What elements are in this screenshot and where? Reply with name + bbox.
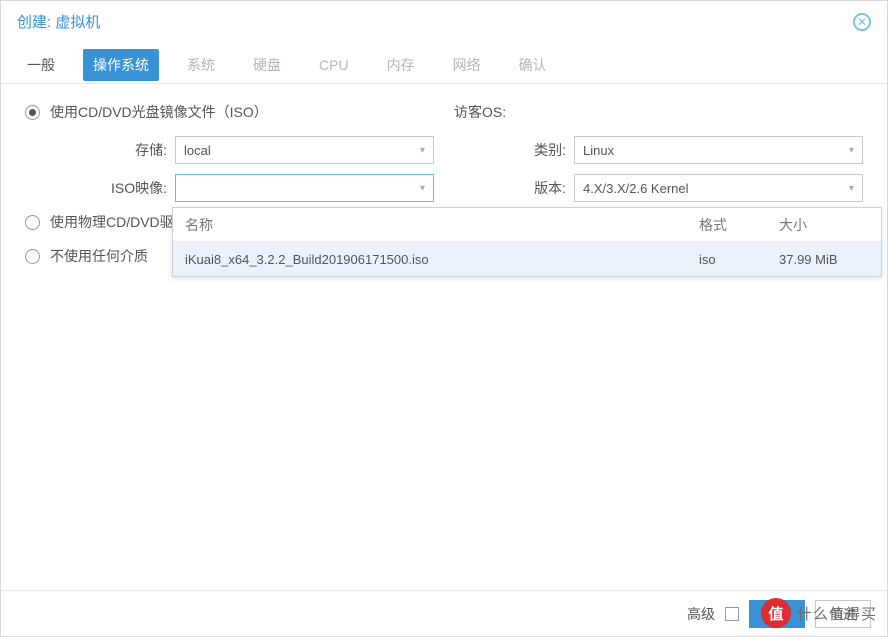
tab-system[interactable]: 系统 [177,49,225,81]
guest-os-heading-row: 访客OS: [454,102,863,122]
osversion-combo[interactable]: 4.X/3.X/2.6 Kernel ▾ [574,174,863,202]
radio-use-physical[interactable] [25,215,40,230]
col-size-header: 大小 [779,215,869,235]
storage-combo[interactable]: local ▾ [175,136,434,164]
wizard-tabbar: 一般 操作系统 系统 硬盘 CPU 内存 网络 确认 [1,46,887,84]
col-format-header: 格式 [699,215,779,235]
radio-use-iso[interactable] [25,105,40,120]
iso-row-size: 37.99 MiB [779,252,869,267]
tab-network[interactable]: 网络 [443,49,491,81]
iso-label: ISO映像: [25,178,175,198]
dialog-footer: 高级 返回 前进 [1,590,887,636]
chevron-down-icon: ▾ [849,183,854,194]
close-icon[interactable]: ✕ [853,13,871,31]
tab-disk[interactable]: 硬盘 [243,49,291,81]
guest-os-label: 访客OS: [454,102,506,122]
radio-use-iso-label[interactable]: 使用CD/DVD光盘镜像文件（ISO） [50,102,268,122]
ostype-row: 类别: Linux ▾ [454,136,863,164]
tab-cpu[interactable]: CPU [309,51,359,79]
tab-general[interactable]: 一般 [17,49,65,81]
radio-use-none-label[interactable]: 不使用任何介质 [50,246,148,266]
advanced-checkbox[interactable] [725,607,739,621]
storage-label: 存储: [25,140,175,160]
iso-dropdown-header: 名称 格式 大小 [173,208,881,242]
tab-confirm[interactable]: 确认 [509,49,557,81]
iso-row: ISO映像: ▾ [25,174,434,202]
storage-value: local [184,143,211,158]
tab-os[interactable]: 操作系统 [83,49,159,81]
chevron-down-icon: ▾ [420,145,425,156]
osversion-label: 版本: [454,178,574,198]
watermark: 值 什么值得买 [761,598,877,628]
watermark-text: 什么值得买 [797,603,877,624]
chevron-down-icon: ▾ [849,145,854,156]
ostype-label: 类别: [454,140,574,160]
dialog-header: 创建: 虚拟机 ✕ [1,1,887,38]
col-name-header: 名称 [185,215,699,235]
iso-dropdown-panel: 名称 格式 大小 iKuai8_x64_3.2.2_Build201906171… [172,207,882,277]
dialog-title: 创建: 虚拟机 [17,11,100,32]
advanced-label: 高级 [687,604,715,624]
watermark-icon: 值 [761,598,791,628]
storage-row: 存储: local ▾ [25,136,434,164]
osversion-value: 4.X/3.X/2.6 Kernel [583,181,689,196]
iso-row-name: iKuai8_x64_3.2.2_Build201906171500.iso [185,252,699,267]
iso-dropdown-row[interactable]: iKuai8_x64_3.2.2_Build201906171500.iso i… [173,242,881,276]
radio-row-iso: 使用CD/DVD光盘镜像文件（ISO） [25,102,434,122]
ostype-combo[interactable]: Linux ▾ [574,136,863,164]
iso-combo[interactable]: ▾ [175,174,434,202]
chevron-down-icon: ▾ [420,183,425,194]
radio-use-none[interactable] [25,249,40,264]
iso-row-format: iso [699,252,779,267]
tab-memory[interactable]: 内存 [377,49,425,81]
osversion-row: 版本: 4.X/3.X/2.6 Kernel ▾ [454,174,863,202]
ostype-value: Linux [583,143,614,158]
create-vm-dialog: 创建: 虚拟机 ✕ 一般 操作系统 系统 硬盘 CPU 内存 网络 确认 使用C… [0,0,888,637]
